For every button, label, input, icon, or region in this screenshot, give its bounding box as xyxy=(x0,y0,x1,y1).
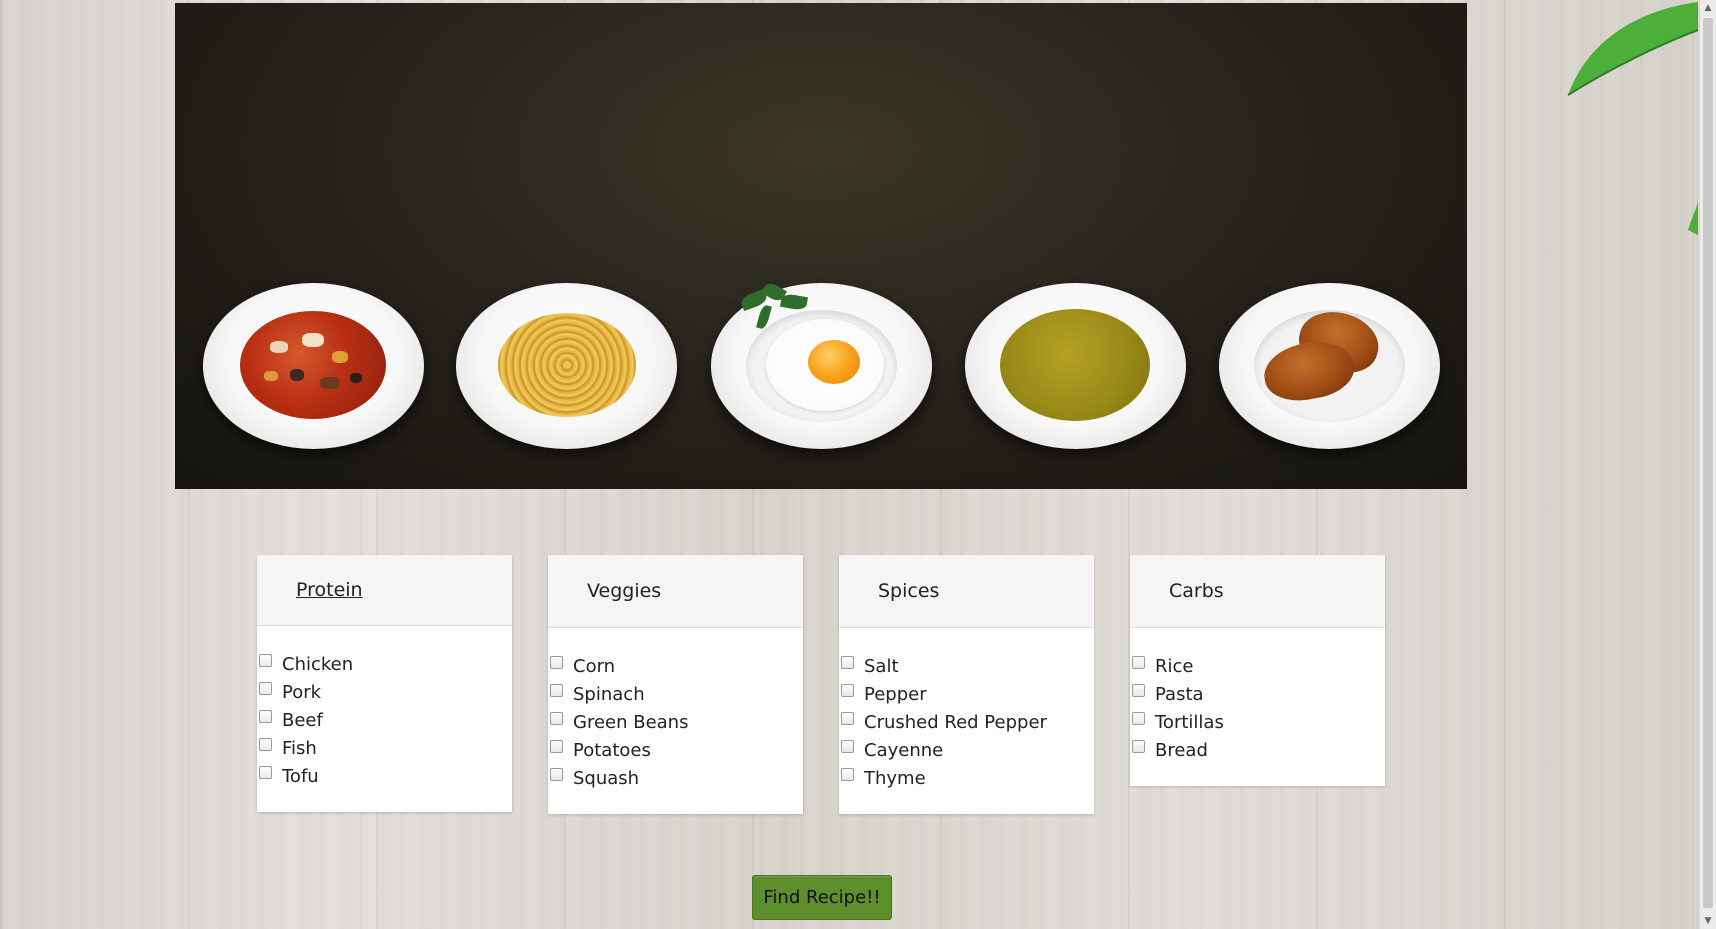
checkbox[interactable] xyxy=(259,681,272,695)
checkbox-item[interactable]: Corn xyxy=(548,652,803,680)
checkbox[interactable] xyxy=(1132,655,1145,669)
checkbox[interactable] xyxy=(550,767,563,781)
checkbox[interactable] xyxy=(841,683,854,697)
checkbox[interactable] xyxy=(550,711,563,725)
checkbox-label: Tortillas xyxy=(1155,711,1224,733)
checkbox-item[interactable]: Spinach xyxy=(548,680,803,708)
checkbox-item[interactable]: Rice xyxy=(1130,652,1385,680)
plate-croissants xyxy=(1219,283,1440,449)
checkbox[interactable] xyxy=(841,655,854,669)
checkbox-item[interactable]: Green Beans xyxy=(548,708,803,736)
carbs-panel: Carbs Rice Pasta Tortillas Bread xyxy=(1130,555,1385,786)
checkbox[interactable] xyxy=(1132,739,1145,753)
checkbox-item[interactable]: Tortillas xyxy=(1130,708,1385,736)
checkbox-item[interactable]: Potatoes xyxy=(548,736,803,764)
checkbox-item[interactable]: Crushed Red Pepper xyxy=(839,708,1094,736)
vegetable-soup-image xyxy=(240,311,386,419)
spaghetti-image xyxy=(498,313,636,417)
scroll-down-arrow-icon[interactable]: ▼ xyxy=(1700,913,1716,929)
panel-header: Protein xyxy=(257,555,512,626)
checkbox[interactable] xyxy=(259,653,272,667)
veggies-panel: Veggies Corn Spinach Green Beans Potatoe… xyxy=(548,555,803,814)
plate-spaghetti xyxy=(456,283,677,449)
checkbox-item[interactable]: Pork xyxy=(257,678,512,706)
checkbox-label: Thyme xyxy=(864,767,926,789)
checkbox[interactable] xyxy=(259,765,272,779)
checkbox-item[interactable]: Pasta xyxy=(1130,680,1385,708)
egg-yolk xyxy=(808,340,860,384)
checkbox[interactable] xyxy=(841,739,854,753)
checkbox-label: Cayenne xyxy=(864,739,944,761)
checkbox-item[interactable]: Thyme xyxy=(839,764,1094,792)
checkbox-label: Rice xyxy=(1155,655,1194,677)
checkbox-label: Potatoes xyxy=(573,739,651,761)
scroll-up-arrow-icon[interactable]: ▲ xyxy=(1700,0,1716,16)
checkbox-item[interactable]: Fish xyxy=(257,734,512,762)
checkbox-label: Beef xyxy=(282,709,323,731)
checkbox[interactable] xyxy=(1132,683,1145,697)
panel-header: Veggies xyxy=(548,555,803,628)
checkbox-item[interactable]: Beef xyxy=(257,706,512,734)
plate-fried-egg xyxy=(711,280,932,449)
leaf-decoration xyxy=(1548,0,1699,235)
panel-title: Protein xyxy=(296,579,363,601)
checkbox-label: Bread xyxy=(1155,739,1208,761)
plate-green-soup xyxy=(965,283,1186,449)
checkbox[interactable] xyxy=(550,683,563,697)
panel-header: Spices xyxy=(839,555,1094,628)
find-recipe-button[interactable]: Find Recipe!! xyxy=(752,875,892,920)
checkbox-label: Crushed Red Pepper xyxy=(864,711,1047,733)
checkbox-label: Spinach xyxy=(573,683,645,705)
panel-header: Carbs xyxy=(1130,555,1385,628)
checkbox-label: Chicken xyxy=(282,653,354,675)
hero-banner xyxy=(175,3,1467,489)
checkbox-label: Pasta xyxy=(1155,683,1204,705)
panel-title: Veggies xyxy=(587,580,662,602)
vertical-scrollbar[interactable]: ▲ ▼ xyxy=(1699,0,1716,929)
scroll-thumb[interactable] xyxy=(1703,18,1713,908)
checkbox[interactable] xyxy=(550,739,563,753)
checkbox-item[interactable]: Bread xyxy=(1130,736,1385,764)
checkbox-item[interactable]: Tofu xyxy=(257,762,512,790)
panel-title: Spices xyxy=(878,580,940,602)
checkbox-item[interactable]: Squash xyxy=(548,764,803,792)
panel-title: Carbs xyxy=(1169,580,1224,602)
checkbox-label: Salt xyxy=(864,655,899,677)
checkbox[interactable] xyxy=(259,737,272,751)
checkbox-label: Pork xyxy=(282,681,322,703)
checkbox-item[interactable]: Chicken xyxy=(257,650,512,678)
checkbox[interactable] xyxy=(841,711,854,725)
checkbox[interactable] xyxy=(259,709,272,723)
checkbox[interactable] xyxy=(550,655,563,669)
checkbox-label: Green Beans xyxy=(573,711,689,733)
plate-vegetable-soup xyxy=(203,283,424,449)
checkbox-item[interactable]: Salt xyxy=(839,652,1094,680)
protein-panel: Protein Chicken Pork Beef Fish Tofu xyxy=(257,555,512,812)
checkbox[interactable] xyxy=(841,767,854,781)
checkbox-label: Tofu xyxy=(282,765,319,787)
checkbox-label: Fish xyxy=(282,737,317,759)
spices-panel: Spices Salt Pepper Crushed Red Pepper Ca… xyxy=(839,555,1094,814)
green-soup-image xyxy=(1000,309,1150,421)
checkbox[interactable] xyxy=(1132,711,1145,725)
checkbox-label: Squash xyxy=(573,767,640,789)
checkbox-item[interactable]: Cayenne xyxy=(839,736,1094,764)
checkbox-label: Pepper xyxy=(864,683,927,705)
checkbox-item[interactable]: Pepper xyxy=(839,680,1094,708)
checkbox-label: Corn xyxy=(573,655,616,677)
